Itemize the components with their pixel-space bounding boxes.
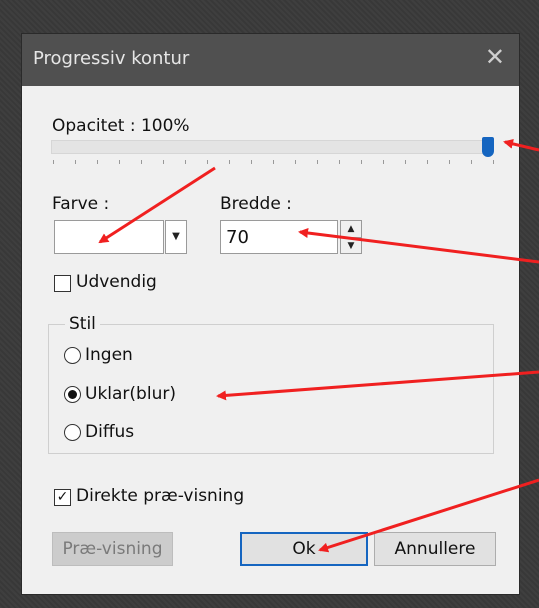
opacity-slider-thumb[interactable] (482, 137, 494, 157)
spin-up-icon[interactable]: ▲ (341, 221, 361, 238)
opacity-slider[interactable] (51, 140, 493, 154)
color-label: Farve : (52, 194, 110, 214)
slider-ticks (53, 160, 494, 168)
radio-none[interactable] (64, 347, 81, 364)
title-bar: Progressiv kontur ✕ (22, 34, 519, 86)
slider-tick (97, 160, 98, 164)
slider-tick (339, 160, 340, 164)
slider-tick (471, 160, 472, 164)
width-input[interactable]: 70 (220, 220, 338, 254)
radio-diffuse[interactable] (64, 424, 81, 441)
width-label: Bredde : (220, 194, 292, 214)
slider-tick (185, 160, 186, 164)
slider-tick (75, 160, 76, 164)
style-group-title: Stil (65, 314, 100, 334)
dialog-title: Progressiv kontur (33, 48, 190, 69)
spin-down-icon[interactable]: ▼ (341, 238, 361, 254)
color-picker[interactable] (54, 220, 164, 254)
radio-none-label: Ingen (85, 345, 133, 365)
close-icon[interactable]: ✕ (485, 43, 505, 71)
slider-tick (251, 160, 252, 164)
slider-tick (141, 160, 142, 164)
ok-button[interactable]: Ok (240, 532, 368, 566)
radio-blur-label: Uklar(blur) (85, 384, 176, 404)
slider-tick (229, 160, 230, 164)
direct-preview-label: Direkte præ-visning (76, 486, 245, 506)
slider-tick (361, 160, 362, 164)
slider-tick (53, 160, 54, 164)
outer-checkbox[interactable] (54, 275, 71, 292)
width-spinner[interactable]: ▲ ▼ (340, 220, 362, 254)
slider-tick (163, 160, 164, 164)
slider-tick (427, 160, 428, 164)
progressive-outline-dialog: Progressiv kontur ✕ Opacitet : 100% Farv… (22, 34, 519, 594)
radio-diffuse-label: Diffus (85, 422, 135, 442)
slider-tick (493, 160, 494, 164)
chevron-down-icon[interactable]: ▼ (165, 220, 187, 254)
direct-preview-checkbox[interactable]: ✓ (54, 489, 71, 506)
cancel-button[interactable]: Annullere (374, 532, 496, 566)
slider-tick (317, 160, 318, 164)
slider-tick (295, 160, 296, 164)
slider-tick (383, 160, 384, 164)
slider-tick (119, 160, 120, 164)
slider-tick (207, 160, 208, 164)
slider-tick (405, 160, 406, 164)
slider-tick (449, 160, 450, 164)
preview-button[interactable]: Præ-visning (52, 532, 173, 566)
slider-tick (273, 160, 274, 164)
outer-label: Udvendig (76, 272, 157, 292)
radio-blur[interactable] (64, 386, 81, 403)
opacity-label: Opacitet : 100% (52, 116, 190, 136)
